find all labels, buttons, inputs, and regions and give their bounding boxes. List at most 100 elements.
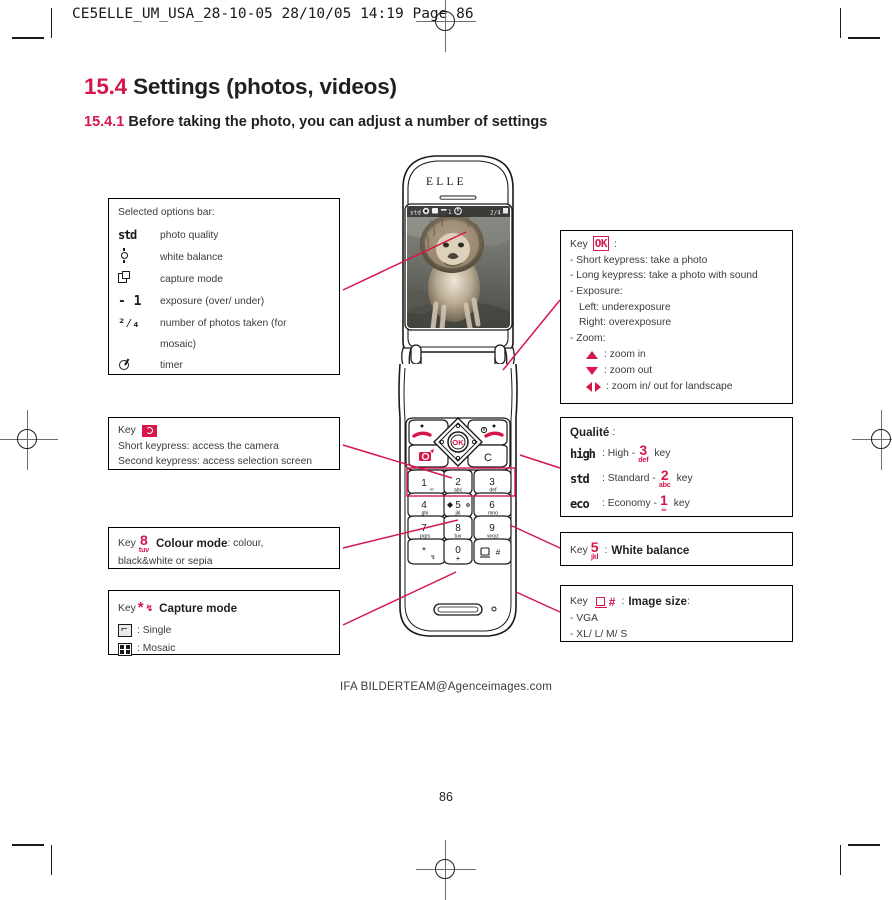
ok-key-label: Key <box>570 238 588 250</box>
registration-mark-left <box>0 410 58 470</box>
colour-mode-text-after: : colour, <box>227 537 264 549</box>
ok-key-line-2: - Long keypress: take a photo with sound <box>570 270 758 282</box>
quality-standard-label: : Standard - <box>602 473 656 485</box>
page-title: 15.4 Settings (photos, videos) <box>84 74 397 100</box>
svg-text:8: 8 <box>455 523 461 534</box>
selected-options-bar-callout: Selected options bar: std photo quality … <box>108 198 340 375</box>
svg-text:6: 6 <box>489 500 495 511</box>
ok-key-colon: : <box>614 238 617 250</box>
colour-mode-key-label: Key <box>118 537 136 549</box>
white-balance-colon: : <box>604 544 608 556</box>
capture-mode-key-label: Key <box>118 602 136 614</box>
options-row-mosaic-cont: mosaic) <box>118 335 331 356</box>
section-title: Settings (photos, videos) <box>133 74 397 99</box>
key-8-chip: 8 tuv <box>138 533 149 554</box>
svg-text:7: 7 <box>421 523 427 534</box>
mosaic-icon <box>118 642 132 656</box>
high-quality-glyph: high <box>570 446 596 461</box>
phone-illustration: ELLE std 1 2/4 C OK 1∞ 2abc 3def 4ghi 5j… <box>398 155 518 637</box>
ok-key-line-5: Right: overexposure <box>579 317 672 329</box>
photo-credit: IFA BILDERTEAM@Agenceimages.com <box>340 681 552 693</box>
registration-mark-right <box>852 410 892 470</box>
white-balance-callout: Key 5 jkl : White balance <box>560 532 793 566</box>
crop-frame-left <box>51 8 53 38</box>
svg-text:4: 4 <box>421 500 427 511</box>
colour-mode-callout: Key 8 tuv Colour mode : colour, black&wh… <box>108 527 340 569</box>
capture-mode-row-single: : Single <box>118 621 331 639</box>
key-1-sub: ∞ <box>661 505 667 515</box>
subsection-text: Before taking the photo, you can adjust … <box>128 114 548 130</box>
page-number: 86 <box>439 790 453 804</box>
colour-mode-line-2: black&white or sepia <box>118 555 213 567</box>
photo-count-icon: ²⁄₄ <box>118 316 140 331</box>
svg-text:wxyz: wxyz <box>487 534 499 540</box>
key-3-chip: 3 def <box>638 443 649 465</box>
image-size-key-label: Key <box>570 596 588 608</box>
crop-mark-bottom-left-h <box>12 844 44 846</box>
svg-text:+: + <box>456 554 461 563</box>
crop-mark-bottom-right-h <box>848 844 880 846</box>
svg-text:5: 5 <box>455 500 461 511</box>
timer-icon <box>118 358 160 375</box>
key-star-glyph: * <box>137 599 144 616</box>
quality-economy-label: : Economy - <box>602 498 657 510</box>
options-row-photo-count: ²⁄₄ number of photos taken (for <box>118 313 331 335</box>
key-hash-glyph: # <box>608 595 616 609</box>
options-row-label: number of photos taken (for <box>160 317 287 329</box>
single-icon <box>118 621 132 638</box>
quality-colon: : <box>612 426 616 438</box>
camera-key-line-1: Short keypress: access the camera <box>118 440 279 452</box>
image-size-colon: : <box>621 596 625 608</box>
svg-text:↯: ↯ <box>430 554 435 561</box>
svg-text:std: std <box>410 210 421 217</box>
svg-text:ELLE: ELLE <box>426 176 467 188</box>
camera-key-line-2: Second keypress: access selection screen <box>118 456 313 468</box>
key-1-chip: 1 ∞ <box>660 493 668 515</box>
key-5-chip: 5 jkl <box>591 540 599 561</box>
ok-key-zoom-in-row: : zoom in <box>570 347 784 363</box>
crop-mark-top-left-h <box>12 37 44 39</box>
options-row-label: exposure (over/ under) <box>160 295 265 307</box>
ok-key-line-3: - Exposure: <box>570 286 623 297</box>
svg-text:tuv: tuv <box>455 534 462 540</box>
svg-text:2: 2 <box>455 477 461 488</box>
quality-row-standard: std : Standard - 2 abc key <box>570 467 784 492</box>
eco-quality-glyph: eco <box>570 496 590 511</box>
options-row-label: timer <box>160 360 183 372</box>
image-size-header: Key # : Image size : <box>570 593 784 611</box>
ok-key-zoom-out-row: : zoom out <box>570 363 784 379</box>
quality-high-key-word: key <box>654 448 671 460</box>
svg-text:C: C <box>484 452 492 464</box>
registration-mark-top <box>416 0 476 52</box>
svg-text:ghi: ghi <box>422 511 429 517</box>
zoom-in-label: : zoom in <box>604 348 646 360</box>
options-row-exposure: - 1 exposure (over/ under) <box>118 291 331 313</box>
options-row-capture-mode: capture mode <box>118 269 331 291</box>
quality-callout: Qualité : high : High - 3 def key std : … <box>560 417 793 517</box>
ok-key-line-4: Left: underexposure <box>579 301 671 313</box>
camera-key-callout: Key Short keypress: access the camera Se… <box>108 417 340 470</box>
key-8-sub: tuv <box>138 544 149 554</box>
crop-mark-top-right-h <box>848 37 880 39</box>
zoom-out-label: : zoom out <box>604 364 653 376</box>
zoom-landscape-label: : zoom in/ out for landscape <box>606 380 733 392</box>
capture-mode-icon <box>118 271 160 288</box>
camera-key-header: Key <box>118 423 331 439</box>
section-number: 15.4 <box>84 74 127 99</box>
std-quality-glyph: std <box>570 471 590 486</box>
svg-text:*: * <box>422 546 426 557</box>
ok-key-icon: OK <box>592 236 609 251</box>
key-3-sub: def <box>638 455 649 465</box>
svg-text:3: 3 <box>489 477 495 488</box>
exposure-icon: - 1 <box>118 293 142 309</box>
white-balance-row: Key 5 jkl : White balance <box>570 540 784 561</box>
options-row-label: photo quality <box>160 229 219 241</box>
white-balance-key-label: Key <box>570 544 588 556</box>
camera-key-label: Key <box>118 425 136 436</box>
colour-mode-title: Colour mode <box>155 536 228 550</box>
arrow-left-right-icon <box>586 381 601 392</box>
options-row-label: white balance <box>160 251 223 263</box>
image-size-title: Image size <box>628 595 687 609</box>
options-row-photo-quality: std photo quality <box>118 225 331 247</box>
image-size-callout: Key # : Image size : - VGA - XL/ L/ M/ S <box>560 585 793 642</box>
